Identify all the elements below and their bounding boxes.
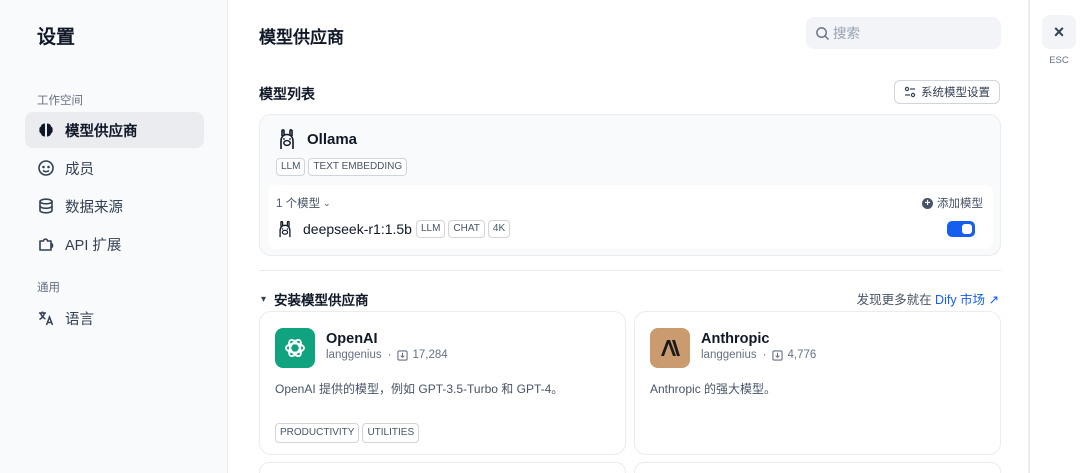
model-count-label: 1 个模型: [276, 198, 321, 210]
search-input[interactable]: [833, 25, 983, 41]
plugin-card-partial[interactable]: [259, 462, 626, 473]
model-row: deepseek-r1:1.5b LLM CHAT 4K: [276, 219, 511, 239]
database-icon: [37, 197, 55, 215]
sidebar-item-members[interactable]: 成员: [25, 150, 204, 186]
plugin-tag: UTILITIES: [362, 423, 420, 443]
sidebar-item-label: 语言: [65, 311, 94, 328]
download-icon: [772, 349, 784, 361]
sliders-icon: [904, 86, 916, 98]
provider-name: Ollama: [307, 130, 358, 148]
sidebar-item-data-sources[interactable]: 数据来源: [25, 188, 204, 224]
sidebar-item-model-providers[interactable]: 模型供应商: [25, 112, 204, 148]
sidebar-item-label: API 扩展: [65, 237, 122, 254]
model-tag: CHAT: [448, 220, 485, 238]
market-link-text: Dify 市场 ↗: [935, 293, 999, 307]
chevron-down-icon: ▾: [261, 293, 267, 305]
toggle-knob: [962, 224, 972, 234]
sidebar-item-label: 成员: [65, 161, 94, 178]
plugin-card-anthropic[interactable]: Anthropic langgenius · 4,776 Anthropic 的…: [634, 311, 1001, 455]
plugin-name: Anthropic: [701, 331, 770, 347]
download-icon: [397, 349, 409, 361]
sidebar-title: 设置: [37, 27, 76, 48]
models-list: 1 个模型 ⌄ + 添加模型 deepseek-r1:1.5b LLM CHAT…: [268, 185, 993, 249]
provider-tags: LLM TEXT EMBEDDING: [276, 158, 408, 176]
plugin-meta: langgenius · 4,776: [701, 349, 816, 361]
market-link-prefix: 发现更多就在: [856, 293, 936, 307]
close-icon: ×: [1053, 21, 1065, 42]
search-icon: [816, 26, 829, 40]
dify-market-link[interactable]: 发现更多就在 Dify 市场 ↗: [857, 289, 999, 308]
install-providers-title: 安装模型供应商: [274, 293, 369, 308]
brain-icon: [37, 121, 55, 139]
plugin-author: langgenius: [701, 349, 757, 361]
sidebar-item-api-extensions[interactable]: API 扩展: [25, 226, 204, 262]
system-model-settings-label: 系统模型设置: [921, 87, 990, 99]
openai-logo-icon: [275, 328, 315, 368]
ollama-llama-icon: [279, 220, 291, 238]
model-count-toggle[interactable]: 1 个模型 ⌄: [276, 195, 331, 211]
plugin-tags: PRODUCTIVITY UTILITIES: [275, 423, 420, 443]
separator-dot: ·: [387, 349, 392, 361]
members-icon: [37, 159, 55, 177]
plugin-author: langgenius: [326, 349, 382, 361]
plugin-description: OpenAI 提供的模型，例如 GPT-3.5-Turbo 和 GPT-4。: [275, 382, 564, 396]
plugin-meta: langgenius · 17,284: [326, 349, 448, 361]
model-tag: 4K: [487, 220, 511, 238]
model-list-title: 模型列表: [259, 86, 315, 102]
add-model-button[interactable]: + 添加模型: [922, 195, 983, 211]
model-tag: LLM: [415, 220, 446, 238]
close-panel: × ESC: [1028, 0, 1080, 473]
section-divider: [259, 270, 1001, 271]
plugin-card-openai[interactable]: OpenAI langgenius · 17,284 OpenAI 提供的模型，…: [259, 311, 626, 455]
plugin-name: OpenAI: [326, 331, 378, 347]
sidebar-item-label: 数据来源: [65, 199, 123, 216]
section-label-general: 通用: [37, 282, 60, 294]
system-model-settings-button[interactable]: 系统模型设置: [894, 80, 1000, 104]
plus-circle-icon: +: [922, 197, 933, 209]
provider-card-ollama: Ollama LLM TEXT EMBEDDING 1 个模型 ⌄ + 添加模型: [259, 114, 1001, 256]
plugin-tag: PRODUCTIVITY: [275, 423, 360, 443]
plugin-description: Anthropic 的强大模型。: [650, 382, 777, 396]
ollama-llama-icon: [280, 129, 294, 149]
section-label-workspace: 工作空间: [37, 95, 83, 107]
separator-dot: ·: [762, 349, 767, 361]
settings-sidebar: 设置 工作空间 模型供应商 成员 数据来源 API 扩展 通用 语言: [0, 0, 228, 473]
main-panel: 模型供应商 模型列表 系统模型设置 Ollama LLM TEXT EMBEDD…: [228, 0, 1028, 473]
esc-hint: ESC: [1049, 55, 1069, 66]
translate-icon: [37, 309, 55, 327]
chevron-down-icon: ⌄: [323, 197, 331, 208]
plugin-downloads: 17,284: [412, 349, 448, 361]
provider-tag: TEXT EMBEDDING: [308, 158, 408, 176]
plugin-card-partial[interactable]: [634, 462, 1001, 473]
model-enable-toggle[interactable]: [947, 221, 975, 237]
puzzle-icon: [37, 235, 55, 253]
install-providers-toggle[interactable]: ▾ 安装模型供应商: [261, 289, 369, 309]
search-box[interactable]: [806, 17, 1001, 49]
sidebar-item-language[interactable]: 语言: [25, 300, 204, 336]
anthropic-logo-icon: [650, 328, 690, 368]
plugin-downloads: 4,776: [787, 349, 817, 361]
provider-tag: LLM: [276, 158, 306, 176]
page-title: 模型供应商: [259, 28, 344, 47]
sidebar-item-label: 模型供应商: [65, 123, 138, 140]
model-name: deepseek-r1:1.5b: [303, 221, 412, 237]
close-button[interactable]: ×: [1042, 15, 1076, 49]
add-model-label: 添加模型: [937, 198, 983, 210]
